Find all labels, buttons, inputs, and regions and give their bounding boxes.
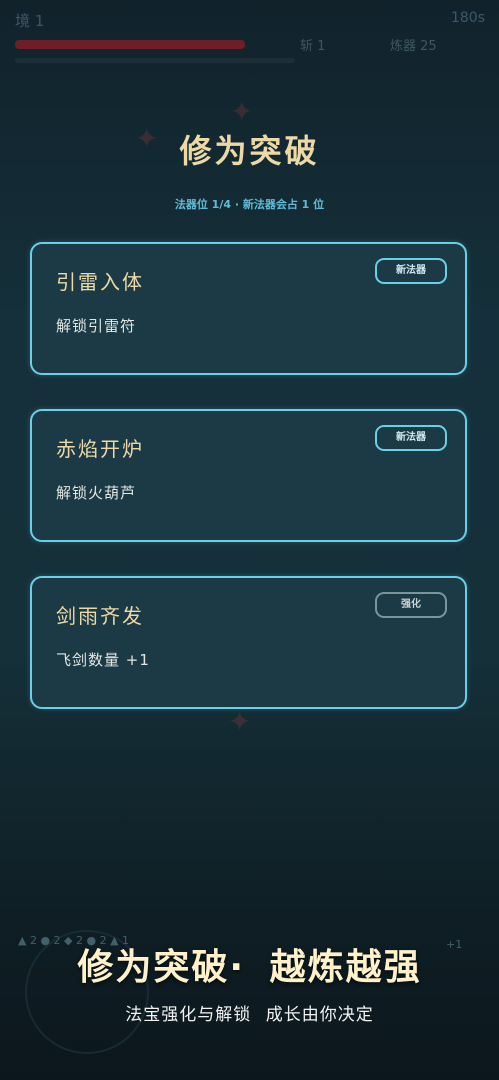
option-name: 赤焰开炉	[56, 437, 144, 461]
countdown-timer: 180s	[450, 10, 485, 26]
option-description: 解锁火葫芦	[56, 484, 137, 502]
option-description: 飞剑数量 +1	[56, 651, 150, 669]
option-description: 解锁引雷符	[56, 317, 137, 335]
upgrade-option-card[interactable]: 剑雨齐发 飞剑数量 +1 强化	[30, 576, 467, 709]
upgrade-option-card[interactable]: 引雷入体 解锁引雷符 新法器	[30, 242, 467, 375]
health-bar	[15, 40, 245, 49]
option-type-badge: 新法器	[375, 425, 447, 451]
realm-label: 境 1	[15, 12, 45, 30]
upgrade-option-card[interactable]: 赤焰开炉 解锁火葫芦 新法器	[30, 409, 467, 542]
forge-count: 炼器 25	[390, 39, 437, 54]
enemy-sprite: ✦	[230, 95, 254, 128]
option-type-badge: 新法器	[375, 258, 447, 284]
promo-subline: 法宝强化与解锁 成长由你决定	[125, 1005, 374, 1025]
promo-headline: 修为突破· 越炼越强	[77, 947, 422, 988]
experience-track	[15, 58, 295, 63]
option-name: 剑雨齐发	[56, 604, 144, 628]
option-name: 引雷入体	[56, 270, 144, 294]
slot-info: 法器位 1/4 · 新法器会占 1 位	[174, 198, 325, 211]
page-title: 修为突破	[179, 132, 320, 170]
enemy-sprite: ✦	[228, 705, 252, 738]
kill-count: 斩 1	[300, 39, 326, 54]
top-hud: 境 1 180s 斩 1 炼器 25	[0, 0, 499, 75]
option-type-badge: 强化	[375, 592, 447, 618]
